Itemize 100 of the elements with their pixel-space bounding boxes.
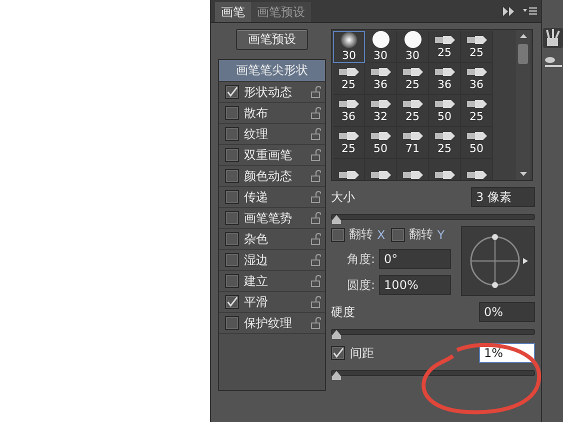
checkbox[interactable] <box>225 127 239 141</box>
brush-size-label: 50 <box>438 110 452 122</box>
list-item[interactable]: 颜色动态 <box>244 168 306 184</box>
unlock-icon[interactable] <box>311 107 321 119</box>
brush-tip[interactable]: 25 <box>333 63 365 95</box>
angle-field[interactable]: 0° <box>379 249 452 269</box>
brush-size-label: 25 <box>342 78 356 90</box>
brush-size-label: 30 <box>406 50 420 62</box>
brush-tip[interactable]: 50 <box>365 127 397 159</box>
brush-tip[interactable]: 36 <box>365 63 397 95</box>
brush-size-label: 25 <box>406 78 420 90</box>
unlock-icon[interactable] <box>311 212 321 224</box>
checkbox[interactable] <box>225 232 239 246</box>
brush-size-label: 25 <box>406 110 420 122</box>
checkbox[interactable] <box>225 316 239 330</box>
checkbox[interactable] <box>225 85 239 99</box>
brush-tip[interactable]: 25 <box>429 127 461 159</box>
slider-thumb[interactable] <box>332 330 341 339</box>
checkbox[interactable] <box>225 253 239 267</box>
brush-tip[interactable]: 25 <box>461 31 493 63</box>
brush-size-label: 25 <box>438 142 452 154</box>
brush-shape-icon <box>432 170 456 180</box>
brush-tip[interactable]: 71 <box>397 127 429 159</box>
brush-cup-icon[interactable] <box>542 28 562 48</box>
brush-tool-icon[interactable] <box>544 56 562 70</box>
brush-tip[interactable]: 25 <box>461 95 493 127</box>
angle-label: 角度: <box>347 250 376 268</box>
checkbox[interactable] <box>331 228 345 242</box>
axis-label: Y <box>437 228 445 242</box>
list-item[interactable]: 画笔笔势 <box>244 210 306 226</box>
brush-tip[interactable]: 30 <box>333 31 365 63</box>
list-item[interactable]: 湿边 <box>244 252 306 268</box>
checkbox[interactable] <box>225 148 239 162</box>
roundness-field[interactable]: 100% <box>379 275 452 295</box>
unlock-icon[interactable] <box>311 275 321 287</box>
checkbox[interactable] <box>391 228 406 242</box>
unlock-icon[interactable] <box>311 317 321 329</box>
size-field[interactable]: 3 像素 <box>471 187 535 207</box>
unlock-icon[interactable] <box>311 149 321 161</box>
brush-tip[interactable]: 36 <box>333 95 365 127</box>
list-item[interactable]: 传递 <box>244 188 306 206</box>
brush-shape-icon <box>336 98 360 108</box>
checkbox[interactable] <box>225 274 239 288</box>
list-item[interactable]: 平滑 <box>244 294 306 310</box>
tab[interactable]: 画笔 <box>215 2 251 22</box>
brush-shape-icon <box>464 170 488 180</box>
checkbox[interactable] <box>225 169 239 183</box>
brush-shape-icon <box>464 98 488 108</box>
menu-icon[interactable] <box>523 6 537 16</box>
checkbox[interactable] <box>331 346 345 360</box>
brush-tip[interactable]: 36 <box>461 63 493 95</box>
list-item[interactable]: 杂色 <box>244 230 306 248</box>
brush-tip[interactable]: 30 <box>397 31 429 63</box>
slider-thumb[interactable] <box>332 215 341 224</box>
unlock-icon[interactable] <box>311 233 321 245</box>
unlock-icon[interactable] <box>311 254 321 266</box>
checkbox[interactable] <box>225 295 239 309</box>
collapse-icon[interactable] <box>503 6 515 16</box>
brush-tip[interactable]: 50 <box>461 127 493 159</box>
checkbox[interactable] <box>225 211 239 225</box>
slider-thumb[interactable] <box>332 371 341 380</box>
unlock-icon[interactable] <box>311 296 321 308</box>
brush-tip[interactable]: 25 <box>333 127 365 159</box>
brush-shape-icon <box>368 170 392 180</box>
list-header[interactable]: 画笔笔尖形状 <box>219 60 325 82</box>
list-item[interactable]: 保护纹理 <box>244 314 306 332</box>
hardness-field[interactable]: 0% <box>479 302 535 322</box>
brush-size-label: 36 <box>374 78 388 90</box>
unlock-icon[interactable] <box>311 191 321 203</box>
brush-tip[interactable]: 25 <box>429 31 461 63</box>
scrollbar[interactable] <box>516 30 530 180</box>
brush-tip[interactable]: 36 <box>429 63 461 95</box>
axis-label: X <box>377 228 386 242</box>
list-item[interactable]: 形状动态 <box>244 84 306 100</box>
brush-shape-icon <box>336 66 360 76</box>
scroll-up-icon[interactable] <box>520 34 526 38</box>
unlock-icon[interactable] <box>311 86 321 98</box>
brush-shape-icon <box>368 98 392 108</box>
brush-size-label: 25 <box>438 46 452 58</box>
list-item[interactable]: 纹理 <box>244 126 306 142</box>
brush-tip[interactable]: 25 <box>397 63 429 95</box>
list-item[interactable]: 建立 <box>244 272 306 290</box>
list-item[interactable]: 散布 <box>244 104 306 122</box>
brush-tip[interactable]: 50 <box>429 95 461 127</box>
scroll-thumb[interactable] <box>518 44 528 64</box>
brush-tip[interactable]: 25 <box>397 95 429 127</box>
scroll-down-icon[interactable] <box>520 172 526 176</box>
brush-shape-icon <box>336 170 360 180</box>
list-item[interactable]: 双重画笔 <box>244 146 306 164</box>
roundness-label: 圆度: <box>347 276 376 294</box>
brush-size-label: 36 <box>470 78 484 90</box>
unlock-icon[interactable] <box>311 128 321 140</box>
brush-shape-icon <box>432 34 456 44</box>
brush-presets-button[interactable]: 画笔预设 <box>236 29 308 50</box>
brush-shape-icon <box>464 34 488 44</box>
checkbox[interactable] <box>225 106 239 120</box>
unlock-icon[interactable] <box>311 170 321 182</box>
brush-tip[interactable]: 32 <box>365 95 397 127</box>
brush-tip[interactable]: 30 <box>365 31 397 63</box>
checkbox[interactable] <box>225 190 239 204</box>
